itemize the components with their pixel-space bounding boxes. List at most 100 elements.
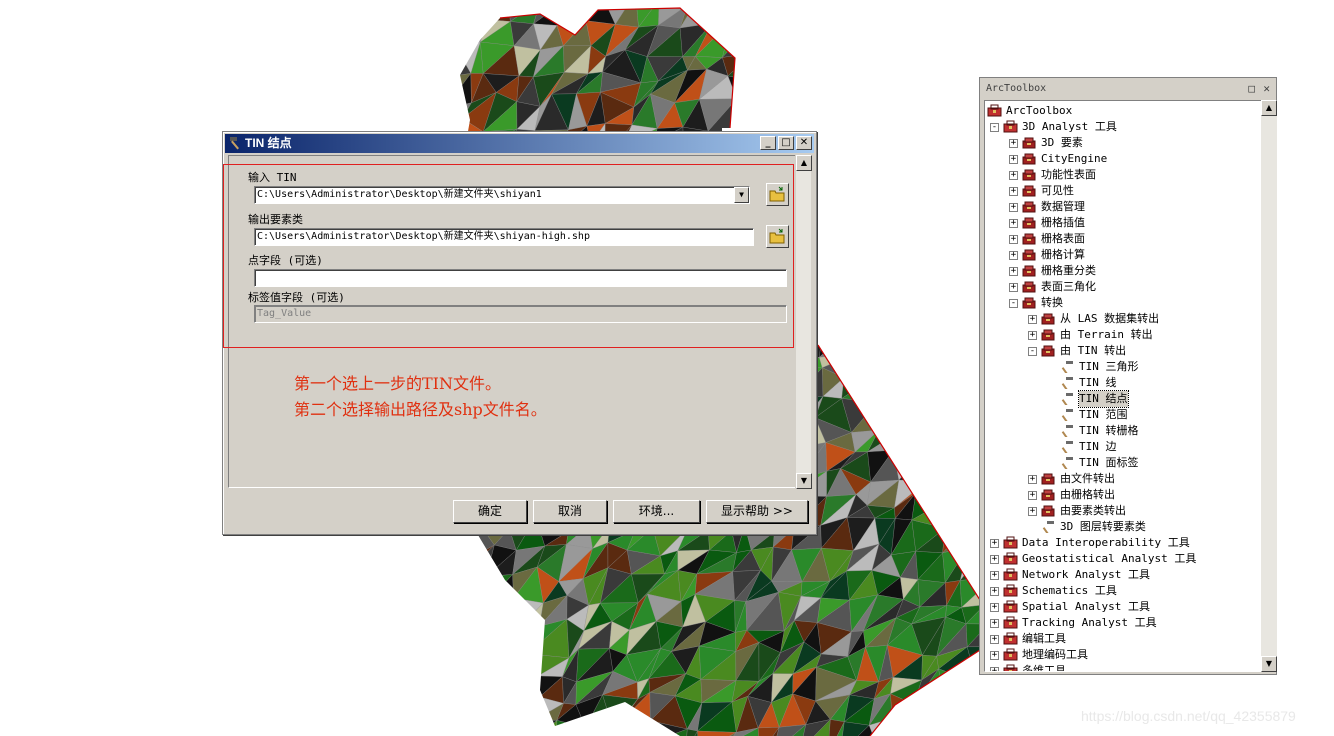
- tree-item[interactable]: + 栅格重分类: [985, 263, 1261, 279]
- scroll-down-button[interactable]: ▼: [1261, 656, 1277, 672]
- tree-item[interactable]: TIN 线: [985, 375, 1261, 391]
- expand-toggle-icon[interactable]: +: [990, 603, 999, 612]
- tree-item[interactable]: + Tracking Analyst 工具: [985, 615, 1261, 631]
- watermark: https://blog.csdn.net/qq_42355879: [1081, 708, 1296, 724]
- tree-item[interactable]: + 可见性: [985, 183, 1261, 199]
- tree-item[interactable]: + Schematics 工具: [985, 583, 1261, 599]
- toolbox-icon: [1003, 584, 1018, 597]
- expand-toggle-icon[interactable]: +: [1028, 315, 1037, 324]
- close-icon[interactable]: ✕: [1263, 79, 1270, 98]
- tree-item[interactable]: + 栅格插值: [985, 215, 1261, 231]
- toolbox-tree[interactable]: ArcToolbox -3D Analyst 工具 +3D 要素 + CityEngin…: [984, 100, 1262, 672]
- tree-item[interactable]: + Data Interoperability 工具: [985, 535, 1261, 551]
- expand-toggle-icon[interactable]: +: [1009, 187, 1018, 196]
- tree-item[interactable]: + 数据管理: [985, 199, 1261, 215]
- tree-item[interactable]: TIN 三角形: [985, 359, 1261, 375]
- ok-button[interactable]: 确定: [453, 500, 527, 523]
- tree-item[interactable]: + 由 Terrain 转出: [985, 327, 1261, 343]
- expand-toggle-icon[interactable]: +: [990, 539, 999, 548]
- tree-item[interactable]: - 3D Analyst 工具: [985, 119, 1261, 135]
- collapse-toggle-icon[interactable]: -: [1009, 299, 1018, 308]
- tree-item[interactable]: TIN 边: [985, 439, 1261, 455]
- expand-toggle-icon[interactable]: +: [1009, 171, 1018, 180]
- tree-item[interactable]: + 功能性表面: [985, 167, 1261, 183]
- tree-item[interactable]: + Spatial Analyst 工具: [985, 599, 1261, 615]
- tree-item[interactable]: + Network Analyst 工具: [985, 567, 1261, 583]
- toolbox-root-icon: [987, 104, 1002, 117]
- tree-item[interactable]: + 由文件转出: [985, 471, 1261, 487]
- expand-toggle-icon[interactable]: +: [990, 651, 999, 660]
- scroll-up-button[interactable]: ▲: [1261, 100, 1277, 116]
- hammer-icon: [1061, 361, 1073, 373]
- expand-toggle-icon[interactable]: +: [990, 667, 999, 671]
- minimize-button[interactable]: _: [760, 136, 776, 150]
- restore-icon[interactable]: □: [1248, 79, 1255, 98]
- tree-item[interactable]: + 编辑工具: [985, 631, 1261, 647]
- expand-toggle-icon[interactable]: +: [990, 571, 999, 580]
- tree-item[interactable]: TIN 面标签: [985, 455, 1261, 471]
- expand-toggle-icon[interactable]: +: [1009, 267, 1018, 276]
- hammer-icon: [1061, 393, 1073, 405]
- close-button[interactable]: ✕: [796, 136, 812, 150]
- collapse-toggle-icon[interactable]: -: [1028, 347, 1037, 356]
- expand-toggle-icon[interactable]: +: [1009, 203, 1018, 212]
- expand-toggle-icon[interactable]: +: [1009, 219, 1018, 228]
- expand-toggle-icon[interactable]: +: [1028, 507, 1037, 516]
- expand-toggle-icon[interactable]: +: [990, 587, 999, 596]
- expand-toggle-icon[interactable]: +: [990, 635, 999, 644]
- expand-toggle-icon[interactable]: +: [1028, 331, 1037, 340]
- toolset-icon: [1022, 201, 1036, 213]
- tree-item[interactable]: TIN 转栅格: [985, 423, 1261, 439]
- tree-item[interactable]: - 由 TIN 转出: [985, 343, 1261, 359]
- tree-item-label: TIN 线: [1079, 376, 1117, 389]
- tree-item-label: 多维工具: [1022, 664, 1066, 672]
- tree-item[interactable]: + 多维工具: [985, 663, 1261, 672]
- dialog-scrollbar[interactable]: ▲ ▼: [795, 155, 812, 489]
- scroll-down-button[interactable]: ▼: [796, 473, 812, 489]
- toolset-icon: [1022, 217, 1036, 229]
- scroll-up-button[interactable]: ▲: [796, 155, 812, 171]
- annotation-highlight-box: [223, 164, 794, 348]
- dialog-title-bar[interactable]: TIN 结点 _ □ ✕: [225, 134, 814, 153]
- tree-item[interactable]: +3D 要素: [985, 135, 1261, 151]
- tree-item[interactable]: + 从 LAS 数据集转出: [985, 311, 1261, 327]
- toolbox-scrollbar[interactable]: ▲ ▼: [1261, 100, 1277, 672]
- expand-toggle-icon[interactable]: +: [1009, 139, 1018, 148]
- arctoolbox-title-bar[interactable]: ArcToolbox □ ✕: [981, 79, 1275, 98]
- collapse-toggle-icon[interactable]: -: [990, 123, 999, 132]
- tree-item[interactable]: + CityEngine: [985, 151, 1261, 167]
- tree-item[interactable]: TIN 范围: [985, 407, 1261, 423]
- tree-item[interactable]: + 栅格计算: [985, 247, 1261, 263]
- expand-toggle-icon[interactable]: +: [1028, 475, 1037, 484]
- tree-item[interactable]: ArcToolbox: [985, 103, 1261, 119]
- expand-toggle-icon[interactable]: +: [990, 619, 999, 628]
- tree-item[interactable]: + 栅格表面: [985, 231, 1261, 247]
- expand-toggle-icon[interactable]: +: [1009, 283, 1018, 292]
- tree-item[interactable]: + 由栅格转出: [985, 487, 1261, 503]
- tree-item[interactable]: - 转换: [985, 295, 1261, 311]
- expand-toggle-icon[interactable]: +: [1009, 235, 1018, 244]
- show-help-button[interactable]: 显示帮助 >>: [706, 500, 808, 523]
- tree-item-label: Data Interoperability 工具: [1022, 536, 1190, 549]
- tree-item[interactable]: + Geostatistical Analyst 工具: [985, 551, 1261, 567]
- toolbox-icon: [1003, 600, 1018, 613]
- cancel-button[interactable]: 取消: [533, 500, 607, 523]
- tree-item-label: 由文件转出: [1060, 472, 1115, 485]
- tree-item-label: 可见性: [1041, 184, 1074, 197]
- tree-item[interactable]: + 地理编码工具: [985, 647, 1261, 663]
- expand-toggle-icon[interactable]: +: [1028, 491, 1037, 500]
- expand-toggle-icon[interactable]: +: [990, 555, 999, 564]
- tree-item[interactable]: TIN 结点: [985, 390, 1261, 408]
- maximize-button[interactable]: □: [778, 136, 794, 150]
- tree-item[interactable]: + 表面三角化: [985, 279, 1261, 295]
- toolbox-icon: [1003, 536, 1018, 549]
- hammer-icon: [1061, 441, 1073, 453]
- environments-button[interactable]: 环境...: [613, 500, 700, 523]
- tree-item-label: Geostatistical Analyst 工具: [1022, 552, 1197, 565]
- tree-item[interactable]: + 由要素类转出: [985, 503, 1261, 519]
- tree-item-label: 由 TIN 转出: [1060, 344, 1127, 357]
- tree-item-label: 由 Terrain 转出: [1060, 328, 1153, 341]
- tree-item[interactable]: 3D 图层转要素类: [985, 519, 1261, 535]
- expand-toggle-icon[interactable]: +: [1009, 251, 1018, 260]
- expand-toggle-icon[interactable]: +: [1009, 155, 1018, 164]
